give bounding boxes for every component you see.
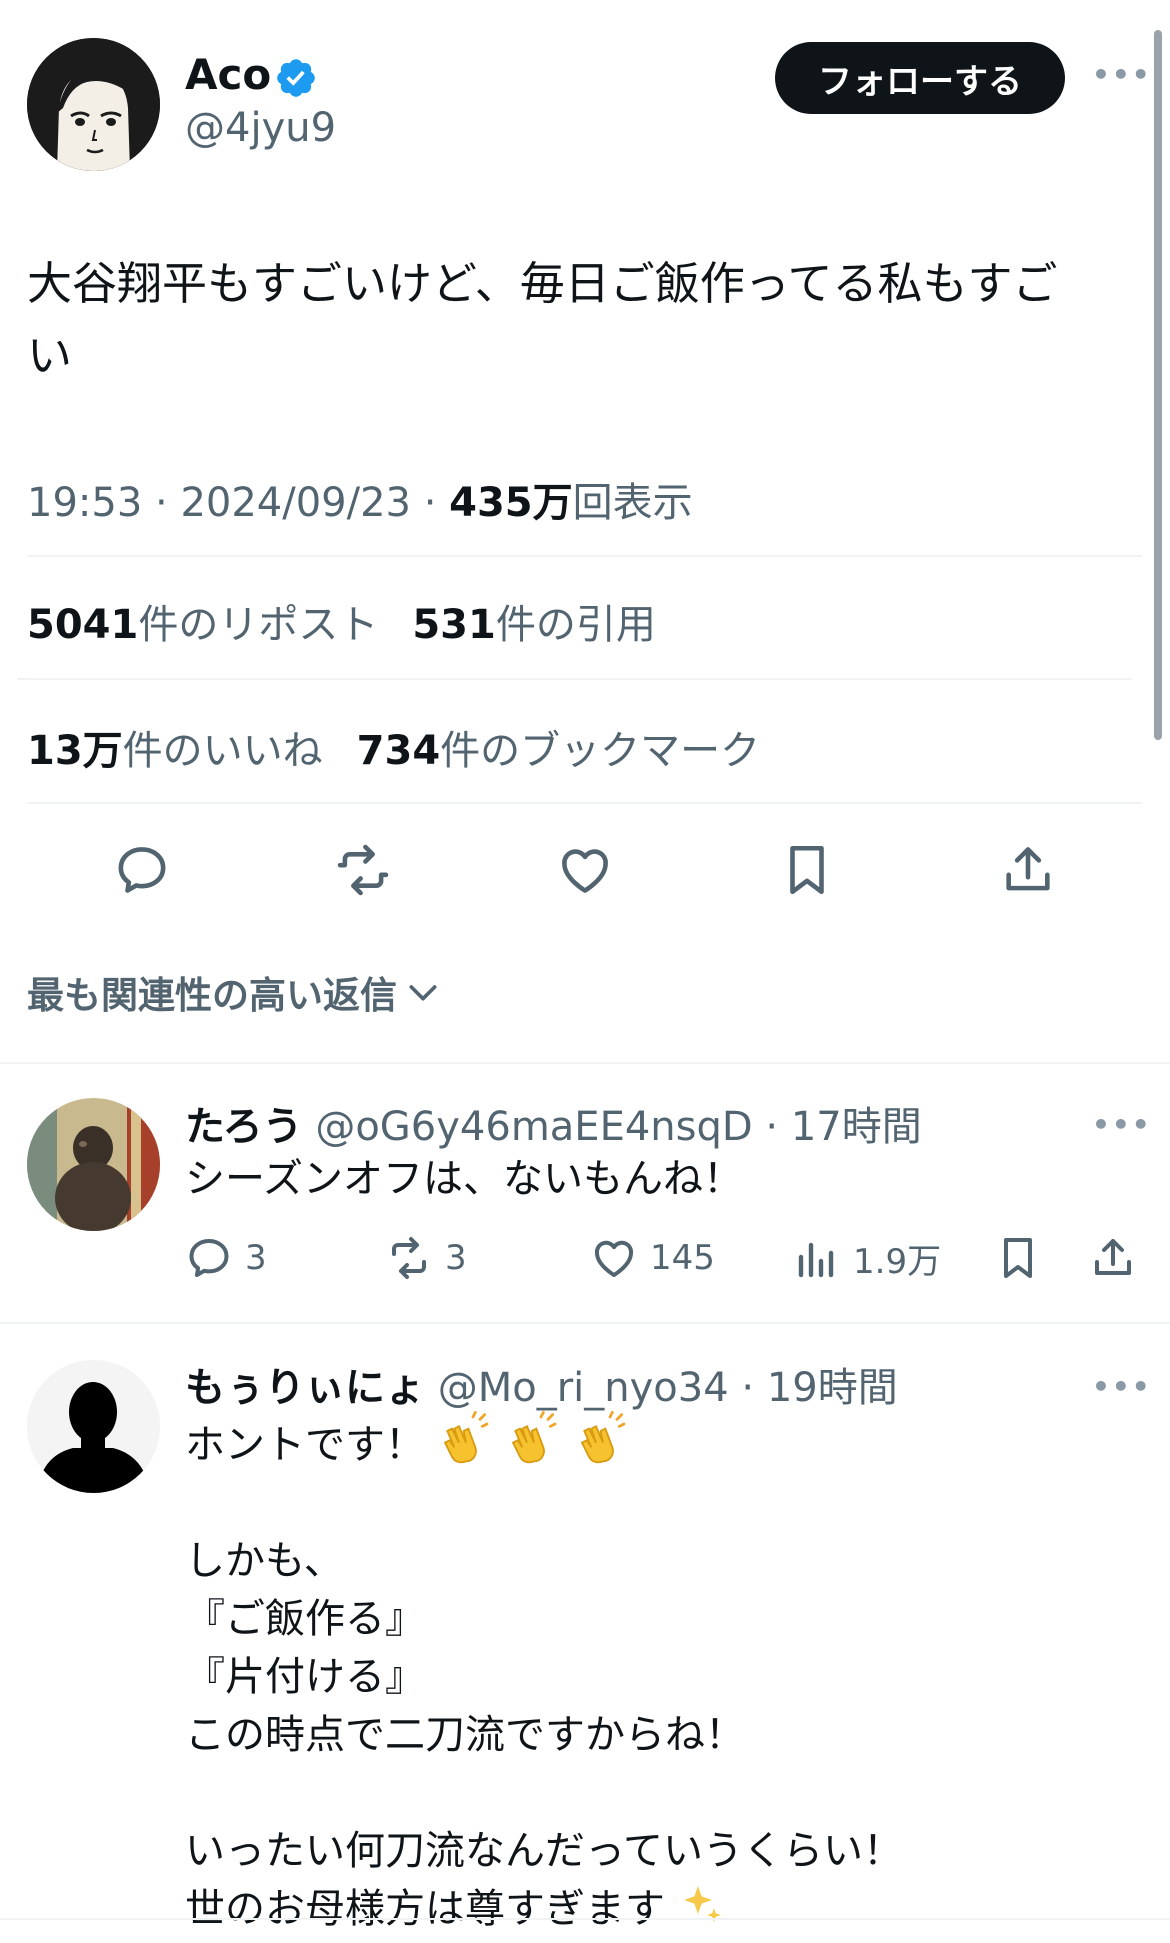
bookmarks-label[interactable]: 件のブックマーク <box>440 728 760 774</box>
reply-repost-button[interactable]: 3 <box>385 1234 467 1282</box>
reply-line: いったい何刀流なんだっていうくらい！ <box>185 1828 903 1874</box>
reply-icon <box>189 1239 229 1277</box>
views-icon <box>798 1242 834 1277</box>
reply-share-button[interactable] <box>1089 1234 1137 1282</box>
reply-like-button[interactable]: 145 <box>590 1234 715 1282</box>
like-count: 145 <box>650 1238 715 1278</box>
reply-views-button[interactable]: 1.9万 <box>793 1234 941 1283</box>
likes-count[interactable]: 13万 <box>27 728 123 774</box>
repost-button[interactable] <box>323 830 403 910</box>
clap-emoji-icon <box>580 1410 626 1464</box>
stats-row-likes: 13万件のいいね 734件のブックマーク <box>27 718 794 776</box>
tweet-action-bar <box>0 830 1150 910</box>
author-name[interactable]: Aco <box>185 50 271 99</box>
reposts-label[interactable]: 件のリポスト <box>138 602 378 648</box>
divider <box>0 1918 1170 1920</box>
reposts-count[interactable]: 5041 <box>27 602 138 648</box>
reply-reply-button[interactable]: 3 <box>185 1234 267 1282</box>
clap-emoji-icon <box>512 1410 557 1464</box>
stats-row-reposts: 5041件のリポスト 531件の引用 <box>27 592 690 650</box>
tweet-meta: 19:53 · 2024/09/23 · 435万回表示 <box>27 480 693 526</box>
author-avatar[interactable] <box>27 38 160 171</box>
more-icon[interactable]: ••• <box>1092 1370 1152 1403</box>
like-button[interactable] <box>545 830 625 910</box>
reply-count: 3 <box>245 1238 267 1278</box>
repost-icon <box>337 844 389 896</box>
divider <box>0 1062 1170 1064</box>
reply-line: 『ご飯作る』 <box>185 1596 425 1642</box>
tweet-time: 19:53 <box>27 480 143 526</box>
bookmarks-count[interactable]: 734 <box>357 728 441 774</box>
chevron-down-icon <box>409 985 437 1001</box>
views-count: 1.9万 <box>853 1242 942 1282</box>
reply-avatar[interactable] <box>27 1098 160 1231</box>
sort-label: 最も関連性の高い返信 <box>27 974 397 1017</box>
repost-icon <box>392 1237 426 1279</box>
reply-avatar[interactable] <box>27 1360 160 1493</box>
reply-text: ホントです！ しかも、 『ご飯作る』 『片付ける』 この時点で二刀流ですからね！… <box>185 1410 1135 1938</box>
bookmark-icon <box>790 845 824 895</box>
reply-author-name[interactable]: たろう <box>185 1104 303 1150</box>
reply-button[interactable] <box>102 830 182 910</box>
bookmark-icon <box>1004 1238 1032 1278</box>
divider <box>0 1322 1170 1324</box>
quotes-count[interactable]: 531 <box>412 602 496 648</box>
more-icon[interactable]: ••• <box>1092 1108 1152 1141</box>
reply-author-name[interactable]: もぅりぃにょ <box>185 1365 425 1411</box>
reply-time[interactable]: 17時間 <box>791 1104 922 1150</box>
quotes-label[interactable]: 件の引用 <box>496 602 656 648</box>
follow-button[interactable]: フォローする <box>775 42 1065 114</box>
tweet-text: 大谷翔平もすごいけど、毎日ご飯作ってる私もすご い <box>27 257 1058 382</box>
divider <box>27 802 1142 804</box>
reply-line: 『片付ける』 <box>185 1654 425 1700</box>
author-handle[interactable]: @4jyu9 <box>185 105 336 151</box>
divider <box>27 555 1142 557</box>
clap-emoji-icon <box>443 1410 489 1464</box>
reply-header: たろう @oG6y46maEE4nsqD · 17時間 <box>185 1104 922 1150</box>
sparkles-emoji-icon <box>683 1886 721 1922</box>
reply-bookmark-button[interactable] <box>994 1234 1042 1282</box>
reply-text: シーズンオフは、ないもんね！ <box>185 1156 743 1202</box>
divider <box>17 678 1132 680</box>
reply-header: もぅりぃにょ @Mo_ri_nyo34 · 19時間 <box>185 1365 898 1411</box>
more-icon[interactable]: ••• <box>1092 58 1152 91</box>
repost-count: 3 <box>445 1238 467 1278</box>
views-label: 回表示 <box>572 480 693 526</box>
views-count: 435万 <box>449 480 573 526</box>
tweet-date: 2024/09/23 <box>180 480 411 526</box>
reply-line: ホントです！ <box>185 1422 425 1468</box>
reply-line: 世のお母様方は尊すぎます <box>185 1886 665 1932</box>
likes-label[interactable]: 件のいいね <box>123 728 323 774</box>
reply-sort-dropdown[interactable]: 最も関連性の高い返信 <box>27 965 443 1019</box>
bookmark-button[interactable] <box>767 830 847 910</box>
reply-icon <box>118 847 166 893</box>
scrollbar[interactable] <box>1154 30 1162 740</box>
like-icon <box>594 1240 634 1277</box>
reply-line: この時点で二刀流ですからね！ <box>185 1712 745 1758</box>
like-icon <box>562 849 608 893</box>
reply-time[interactable]: 19時間 <box>767 1365 898 1411</box>
reply-author-handle[interactable]: @Mo_ri_nyo34 <box>438 1365 729 1411</box>
share-icon <box>1006 847 1050 891</box>
reply-line: しかも、 <box>185 1538 344 1584</box>
verified-badge-icon <box>274 56 318 100</box>
share-button[interactable] <box>988 830 1068 910</box>
reply-author-handle[interactable]: @oG6y46maEE4nsqD <box>315 1104 752 1150</box>
share-icon <box>1095 1239 1131 1275</box>
